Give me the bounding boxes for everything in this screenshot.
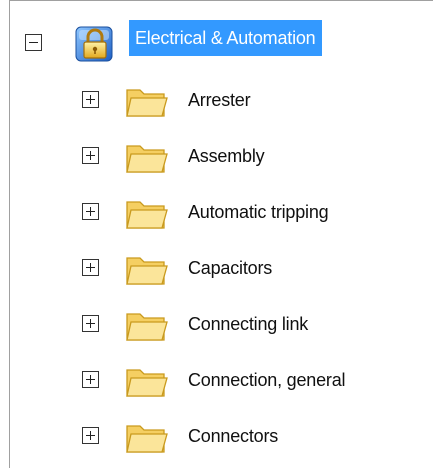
- folder-icon: [124, 416, 170, 461]
- tree-node-capacitors[interactable]: Capacitors: [0, 248, 433, 288]
- folder-icon: [124, 462, 170, 468]
- expand-toggle-icon[interactable]: [82, 427, 99, 444]
- folder-icon: [124, 80, 170, 125]
- expand-toggle-icon[interactable]: [82, 203, 99, 220]
- expand-toggle-icon[interactable]: [82, 147, 99, 164]
- expand-toggle-icon[interactable]: [82, 371, 99, 388]
- folder-icon: [124, 192, 170, 237]
- tree-node-label[interactable]: Connection, general: [188, 368, 346, 392]
- folder-icon: [124, 248, 170, 293]
- folder-icon: [124, 360, 170, 405]
- tree-node-arrester[interactable]: Arrester: [0, 80, 433, 120]
- category-tree: Electrical & Automation Arrester Assembl…: [0, 0, 433, 468]
- expand-toggle-icon[interactable]: [82, 91, 99, 108]
- tree-node-connecting-link[interactable]: Connecting link: [0, 304, 433, 344]
- tree-node-connection-general[interactable]: Connection, general: [0, 360, 433, 400]
- tree-root-node[interactable]: Electrical & Automation: [0, 20, 433, 62]
- tree-node-label[interactable]: Arrester: [188, 88, 251, 112]
- tree-node-label[interactable]: Capacitors: [188, 256, 272, 280]
- tree-node-label[interactable]: Automatic tripping: [188, 200, 329, 224]
- tree-node-label[interactable]: Connectors: [188, 424, 278, 448]
- expand-toggle-icon[interactable]: [82, 315, 99, 332]
- lock-folder-icon: [74, 24, 118, 69]
- collapse-toggle-icon[interactable]: [25, 34, 42, 51]
- tree-node-assembly[interactable]: Assembly: [0, 136, 433, 176]
- folder-icon: [124, 304, 170, 349]
- tree-node-label[interactable]: Connecting link: [188, 312, 308, 336]
- tree-node-automatic-tripping[interactable]: Automatic tripping: [0, 192, 433, 232]
- tree-node-label[interactable]: Assembly: [188, 144, 265, 168]
- expand-toggle-icon[interactable]: [82, 259, 99, 276]
- folder-icon: [124, 136, 170, 181]
- tree-node-connectors[interactable]: Connectors: [0, 416, 433, 456]
- tree-node-label-selected[interactable]: Electrical & Automation: [129, 20, 322, 56]
